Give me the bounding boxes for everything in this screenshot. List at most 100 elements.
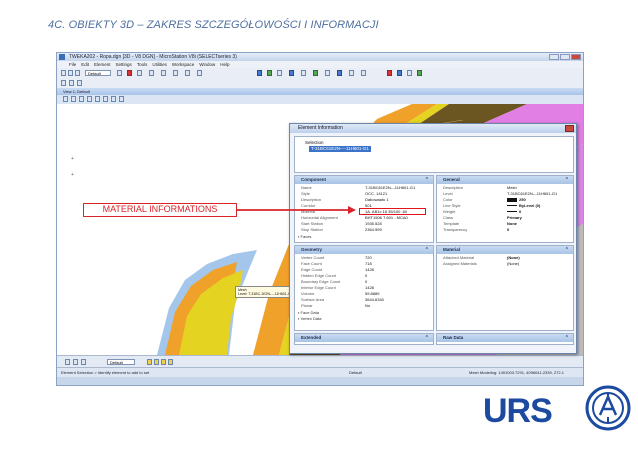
collapse-icon[interactable]: ⌃ bbox=[565, 334, 569, 342]
pan-view-icon[interactable] bbox=[111, 96, 116, 102]
new-file-icon[interactable] bbox=[61, 70, 66, 76]
measure-icon[interactable] bbox=[301, 70, 306, 76]
transparency-icon[interactable] bbox=[161, 70, 166, 76]
zoom-in-icon[interactable] bbox=[71, 96, 76, 102]
dialog-titlebar[interactable]: Element Information bbox=[290, 124, 576, 133]
view-group-icon[interactable] bbox=[147, 359, 152, 365]
dialog-title: Element Information bbox=[298, 125, 343, 131]
menu-help[interactable]: Help bbox=[220, 61, 229, 68]
tasks-icon[interactable] bbox=[417, 70, 422, 76]
view-attributes-icon[interactable] bbox=[63, 96, 68, 102]
material-callout: MATERIAL INFORMATIONS bbox=[83, 203, 237, 217]
tree-item-selected-mesh[interactable]: T-31BC61E2N----11H601-G1 bbox=[309, 146, 371, 152]
collapse-icon[interactable]: ⌃ bbox=[565, 176, 569, 184]
close-icon[interactable] bbox=[571, 54, 581, 60]
print-icon[interactable] bbox=[397, 70, 402, 76]
general-panel: General ⌃ Description Mesh Level T-31BC61E2… bbox=[436, 175, 574, 243]
geometry-header[interactable]: Geometry ⌃ bbox=[295, 246, 433, 254]
window-area-icon[interactable] bbox=[87, 96, 92, 102]
view-titlebar: View 1, Default bbox=[57, 88, 583, 95]
view-1-icon[interactable] bbox=[154, 359, 159, 365]
view-3-icon[interactable] bbox=[168, 359, 173, 365]
rotate-view-icon[interactable] bbox=[103, 96, 108, 102]
walk-icon[interactable] bbox=[119, 96, 124, 102]
material-panel: Material ⌃ Attached Material (None) Assign… bbox=[436, 245, 574, 331]
bottom-level-select[interactable]: Default bbox=[107, 359, 135, 365]
prop-label: Transparency bbox=[443, 227, 468, 232]
color-icon[interactable] bbox=[127, 70, 132, 76]
minimize-icon[interactable] bbox=[549, 54, 559, 60]
collapse-icon[interactable]: ⌃ bbox=[425, 176, 429, 184]
extended-panel: Extended ⌃ bbox=[294, 333, 434, 345]
tree-root-selection[interactable]: Selection bbox=[305, 140, 324, 145]
prop-value: 0 bbox=[507, 227, 510, 232]
prop-value: ByLevel (0) bbox=[519, 203, 541, 208]
general-header[interactable]: General ⌃ bbox=[437, 176, 573, 184]
line-style-icon[interactable] bbox=[137, 70, 142, 76]
prop-label: Planar bbox=[301, 303, 313, 308]
menu-element[interactable]: Element bbox=[94, 61, 111, 68]
menu-window[interactable]: Window bbox=[199, 61, 215, 68]
display-icon[interactable] bbox=[337, 70, 342, 76]
raw-data-header[interactable]: Raw Data ⌃ bbox=[437, 334, 573, 342]
status-prompt: Element Selection > Identify element to … bbox=[61, 370, 150, 375]
menu-utilities[interactable]: Utilities bbox=[152, 61, 167, 68]
level-select[interactable]: Default bbox=[85, 70, 111, 76]
window-controls bbox=[549, 53, 581, 61]
extended-header[interactable]: Extended ⌃ bbox=[295, 334, 433, 342]
view-icon[interactable] bbox=[257, 70, 262, 76]
class-icon[interactable] bbox=[185, 70, 190, 76]
menu-workspace[interactable]: Workspace bbox=[172, 61, 194, 68]
material-header[interactable]: Material ⌃ bbox=[437, 246, 573, 254]
app-title: TWEKA202 - Ropa.dgn [3D - V8 DGN] - Micr… bbox=[69, 54, 237, 60]
weight-icon[interactable] bbox=[149, 70, 154, 76]
collapse-icon[interactable]: ⌃ bbox=[425, 246, 429, 254]
menu-bar: File Edit Element Settings Tools Utiliti… bbox=[57, 61, 583, 68]
prop-value: 2364.999 bbox=[365, 227, 382, 232]
grid-icon[interactable] bbox=[81, 359, 86, 365]
models-icon[interactable] bbox=[325, 70, 330, 76]
microstation-screenshot: TWEKA202 - Ropa.dgn [3D - V8 DGN] - Micr… bbox=[56, 52, 584, 386]
menu-tools[interactable]: Tools bbox=[137, 61, 148, 68]
menu-settings[interactable]: Settings bbox=[116, 61, 132, 68]
menu-edit[interactable]: Edit bbox=[81, 61, 89, 68]
priority-icon[interactable] bbox=[173, 70, 178, 76]
save-icon[interactable] bbox=[75, 70, 80, 76]
menu-file[interactable]: File bbox=[69, 61, 76, 68]
component-header[interactable]: Component ⌃ bbox=[295, 176, 433, 184]
view-2-icon[interactable] bbox=[161, 359, 166, 365]
maximize-icon[interactable] bbox=[560, 54, 570, 60]
app-icon bbox=[59, 54, 65, 60]
prop-label: Stop Station bbox=[301, 227, 323, 232]
key-in-icon[interactable] bbox=[349, 70, 354, 76]
delete-icon[interactable] bbox=[387, 70, 392, 76]
snap-icon[interactable] bbox=[277, 70, 282, 76]
help-icon[interactable] bbox=[361, 70, 366, 76]
weight-line-icon bbox=[507, 211, 517, 213]
viewport-mark: + bbox=[71, 156, 74, 162]
fence-icon[interactable] bbox=[69, 80, 74, 86]
lock-icon[interactable] bbox=[65, 359, 70, 365]
element-information-dialog: Element Information Selection T-31BC61E2… bbox=[289, 123, 577, 354]
slide-title: 4C. OBIEKTY 3D – ZAKRES SZCZEGÓŁOWOŚCI I… bbox=[48, 19, 379, 31]
move-icon[interactable] bbox=[77, 80, 82, 86]
view-title: View 1, Default bbox=[63, 89, 90, 94]
element-selection-icon[interactable] bbox=[61, 80, 66, 86]
render-icon[interactable] bbox=[407, 70, 412, 76]
accudraw-icon[interactable] bbox=[289, 70, 294, 76]
references-icon[interactable] bbox=[313, 70, 318, 76]
zoom-out-icon[interactable] bbox=[79, 96, 84, 102]
level-manager-icon[interactable] bbox=[117, 70, 122, 76]
collapse-icon[interactable]: ⌃ bbox=[425, 334, 429, 342]
attributes-icon[interactable] bbox=[267, 70, 272, 76]
open-file-icon[interactable] bbox=[68, 70, 73, 76]
prop-value: 0 bbox=[519, 209, 522, 214]
template-icon[interactable] bbox=[197, 70, 202, 76]
prop-value: 250 bbox=[519, 197, 526, 202]
vertex-data-expander[interactable]: ▪ Vertex Data bbox=[298, 316, 321, 322]
fit-view-icon[interactable] bbox=[95, 96, 100, 102]
dialog-close-icon[interactable] bbox=[565, 125, 574, 132]
faces-expander[interactable]: ▪ Faces bbox=[298, 234, 311, 240]
collapse-icon[interactable]: ⌃ bbox=[565, 246, 569, 254]
snap-mode-icon[interactable] bbox=[73, 359, 78, 365]
